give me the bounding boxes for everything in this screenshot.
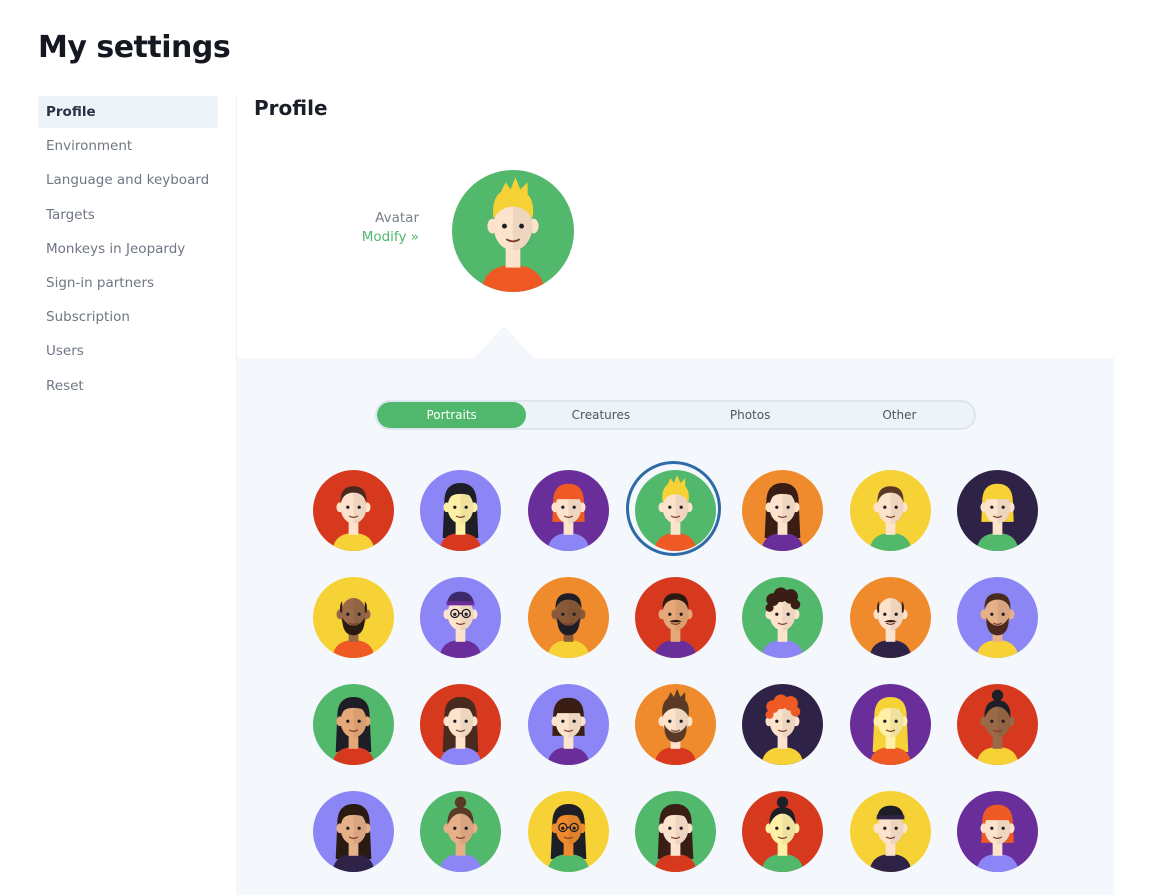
avatar-option[interactable]	[420, 470, 501, 551]
sidebar-item-profile[interactable]: Profile	[38, 96, 218, 128]
avatar-option[interactable]	[635, 577, 716, 658]
current-avatar	[452, 170, 574, 292]
page-title: My settings	[38, 30, 231, 65]
tab-portraits[interactable]: Portraits	[377, 402, 527, 428]
avatar-option[interactable]	[313, 577, 394, 658]
modify-avatar-link[interactable]: Modify »	[300, 229, 419, 245]
sidebar-divider	[236, 96, 237, 358]
section-title: Profile	[254, 96, 328, 120]
avatar-option[interactable]	[742, 577, 823, 658]
tab-other[interactable]: Other	[825, 402, 974, 428]
sidebar-item-language-and-keyboard[interactable]: Language and keyboard	[38, 164, 218, 196]
avatar-option[interactable]	[528, 684, 609, 765]
avatar-option[interactable]	[957, 684, 1038, 765]
avatar-option[interactable]	[635, 791, 716, 872]
sidebar-item-reset[interactable]: Reset	[38, 370, 218, 402]
avatar-option[interactable]	[420, 791, 501, 872]
picker-pointer	[474, 326, 534, 358]
avatar-option[interactable]	[850, 577, 931, 658]
avatar-option[interactable]	[528, 577, 609, 658]
avatar-option[interactable]	[742, 791, 823, 872]
sidebar-item-subscription[interactable]: Subscription	[38, 301, 218, 333]
avatar-option[interactable]	[528, 791, 609, 872]
avatar-label: Avatar	[375, 210, 419, 226]
avatar-option[interactable]	[313, 791, 394, 872]
avatar-option[interactable]	[313, 684, 394, 765]
avatar-option[interactable]	[742, 684, 823, 765]
avatar-option[interactable]	[420, 577, 501, 658]
sidebar-item-monkeys-in-jeopardy[interactable]: Monkeys in Jeopardy	[38, 233, 218, 265]
avatar-option[interactable]	[850, 470, 931, 551]
avatar-option[interactable]	[635, 684, 716, 765]
sidebar-item-environment[interactable]: Environment	[38, 130, 218, 162]
tab-creatures[interactable]: Creatures	[526, 402, 675, 428]
avatar-option[interactable]	[957, 577, 1038, 658]
avatar-option[interactable]	[420, 684, 501, 765]
tab-photos[interactable]: Photos	[676, 402, 825, 428]
avatar-option[interactable]	[957, 470, 1038, 551]
sidebar-item-users[interactable]: Users	[38, 335, 218, 367]
avatar-option[interactable]	[528, 470, 609, 551]
avatar-option[interactable]	[850, 791, 931, 872]
avatar-option[interactable]	[957, 791, 1038, 872]
avatar-option[interactable]	[626, 461, 721, 556]
avatar-option[interactable]	[850, 684, 931, 765]
avatar-category-tabs: Portraits Creatures Photos Other	[375, 400, 976, 430]
settings-sidebar: Profile Environment Language and keyboar…	[38, 96, 218, 404]
avatar-option[interactable]	[313, 470, 394, 551]
avatar-option[interactable]	[742, 470, 823, 551]
sidebar-item-sign-in-partners[interactable]: Sign-in partners	[38, 267, 218, 299]
sidebar-item-targets[interactable]: Targets	[38, 199, 218, 231]
